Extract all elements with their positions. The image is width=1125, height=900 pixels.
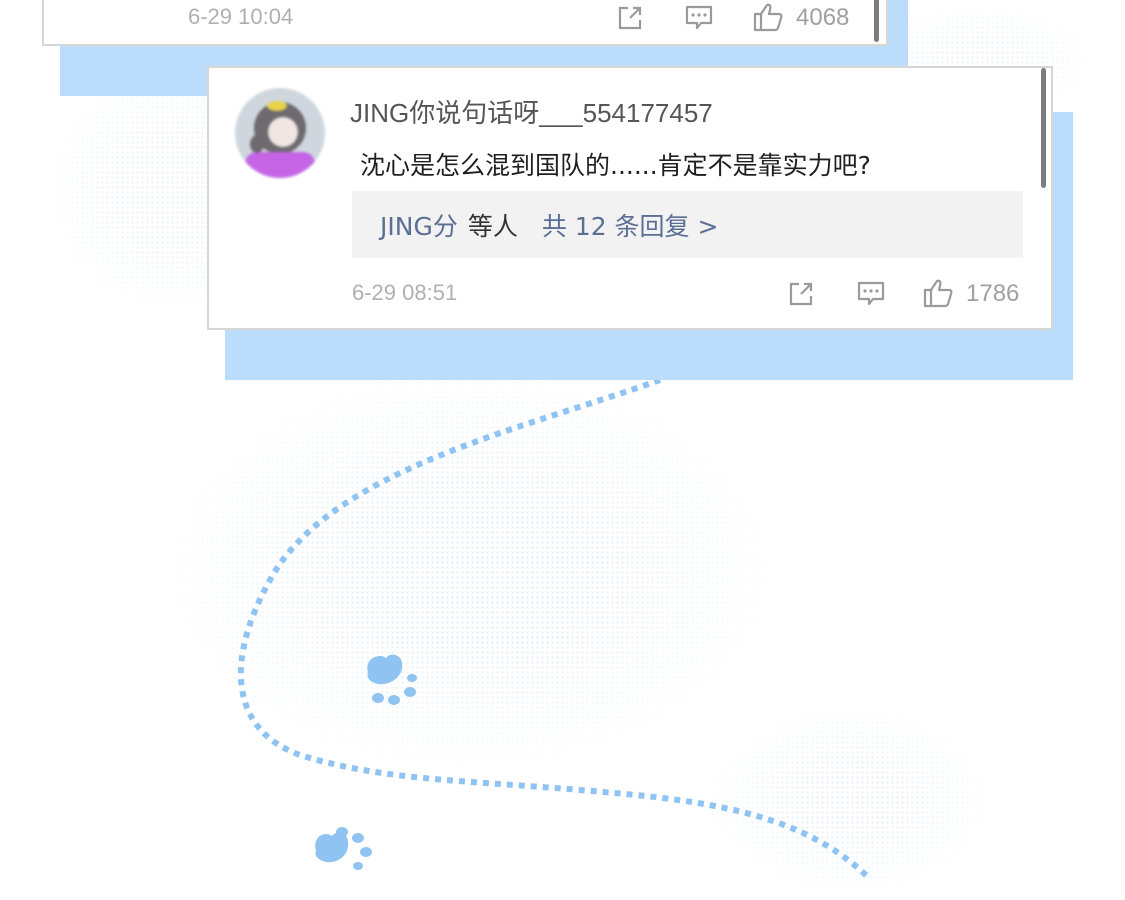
reply-others-label: 等人 xyxy=(467,211,518,241)
scrollbar[interactable] xyxy=(874,0,879,42)
replies-preview[interactable]: JING分 等人 共 12 条回复 > xyxy=(352,191,1023,258)
comment-icon[interactable] xyxy=(856,280,886,308)
reply-author[interactable]: JING分 xyxy=(380,207,458,243)
comment-text: 沈心是怎么混到国队的......肯定不是靠实力吧? xyxy=(360,151,871,180)
like-count: 1786 xyxy=(966,280,1020,307)
view-replies-link[interactable]: 共 12 条回复 > xyxy=(542,207,719,243)
scrollbar[interactable] xyxy=(1041,68,1046,188)
share-icon[interactable] xyxy=(787,280,815,308)
thumbs-up-icon[interactable] xyxy=(752,2,784,32)
thumbs-up-icon[interactable] xyxy=(922,278,954,308)
comment-time: 6-29 08:51 xyxy=(352,280,458,305)
paw-print-icon xyxy=(367,654,417,705)
like-count: 4068 xyxy=(796,4,850,31)
comment-icon[interactable] xyxy=(684,4,714,32)
share-icon[interactable] xyxy=(616,4,644,32)
comment-username[interactable]: JING你说句话呀___554177457 xyxy=(350,93,713,130)
paw-print-icon xyxy=(315,827,372,870)
comment-time: 6-29 10:04 xyxy=(188,4,294,29)
avatar[interactable] xyxy=(235,88,325,178)
